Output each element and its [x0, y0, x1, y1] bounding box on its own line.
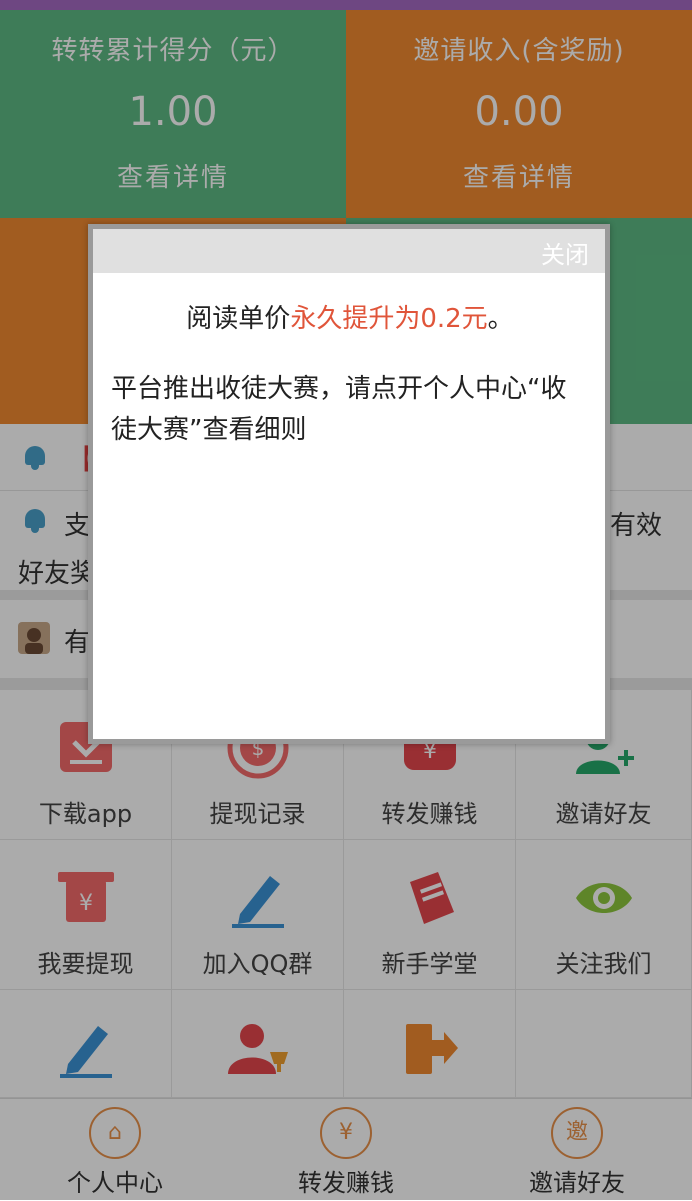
dialog-message-contest: 平台推出收徒大赛，请点开个人中心“收徒大赛”查看细则 — [111, 373, 567, 446]
announcement-dialog: 关闭 阅读单价永久提升为0.2元。 平台推出收徒大赛，请点开个人中心“收徒大赛”… — [88, 224, 610, 744]
dialog-message-price: 阅读单价永久提升为0.2元。 — [111, 299, 589, 341]
dialog-highlight-text: 永久提升为0.2元 — [290, 304, 488, 334]
dialog-text: 。 — [487, 304, 514, 334]
dialog-text: 阅读单价 — [186, 304, 291, 334]
dialog-body: 阅读单价永久提升为0.2元。 平台推出收徒大赛，请点开个人中心“收徒大赛”查看细… — [93, 273, 605, 452]
close-button[interactable]: 关闭 — [541, 235, 589, 270]
dialog-header: 关闭 — [93, 229, 605, 273]
